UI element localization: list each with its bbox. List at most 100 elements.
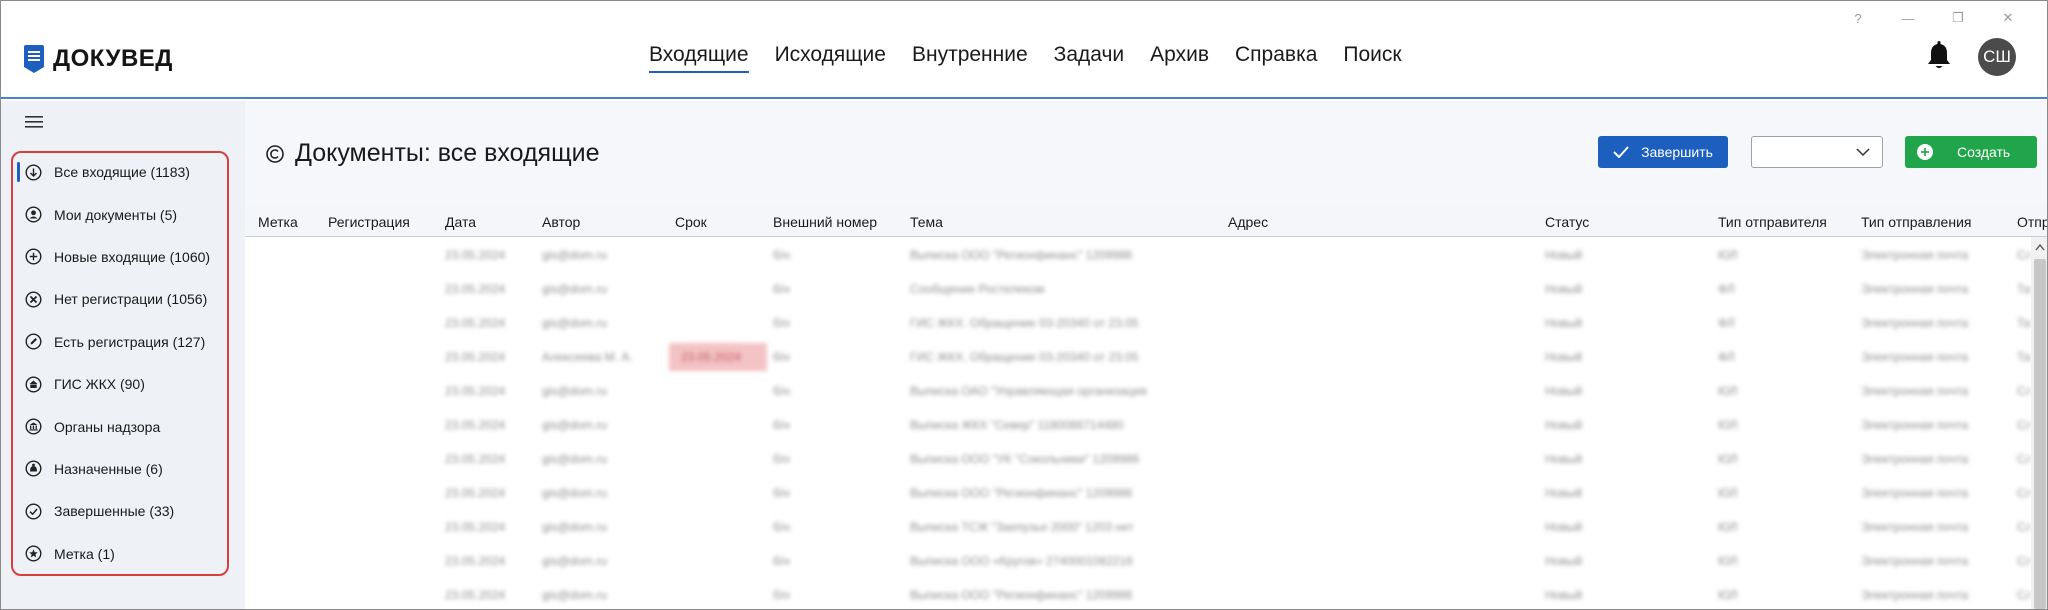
minimize-icon: — xyxy=(1901,10,1915,26)
pen-circle-icon xyxy=(25,333,42,350)
cell-sender_type: ЮЛ xyxy=(1718,248,1738,262)
filter-select[interactable] xyxy=(1751,136,1883,168)
cell-status: Новый xyxy=(1545,384,1583,398)
column-header-5[interactable]: Внешний номер xyxy=(773,214,877,230)
cell-sender_type: ЮЛ xyxy=(1718,418,1738,432)
sidebar-item-0[interactable]: Все входящие (1183) xyxy=(15,151,225,193)
column-header-8[interactable]: Статус xyxy=(1545,214,1589,230)
sidebar-item-label: Метка (1) xyxy=(54,545,115,562)
cell-extra: Та xyxy=(2017,282,2031,296)
cell-sender_type: ЮЛ xyxy=(1718,520,1738,534)
nav-tab-2[interactable]: Внутренние xyxy=(912,43,1028,73)
cell-status: Новый xyxy=(1545,452,1583,466)
scroll-up-icon[interactable] xyxy=(2035,243,2045,251)
cell-subject: Выписка ООО "Регионфинанс" 1209986 xyxy=(910,486,1133,500)
column-header-4[interactable]: Срок xyxy=(675,214,707,230)
cell-status: Новый xyxy=(1545,588,1583,602)
column-header-9[interactable]: Тип отправителя xyxy=(1718,214,1827,230)
column-header-3[interactable]: Автор xyxy=(542,214,580,230)
nav-tab-6[interactable]: Поиск xyxy=(1343,43,1401,73)
column-header-2[interactable]: Дата xyxy=(445,214,476,230)
sidebar-item-4[interactable]: Есть регистрация (127) xyxy=(15,321,225,363)
logo-icon xyxy=(24,45,44,73)
column-header-0[interactable]: Метка xyxy=(258,214,298,230)
user-avatar[interactable]: СШ xyxy=(1978,38,2016,76)
table-row[interactable]: 23.05.2024 gis@dom.ru б/н Выписка ООО "Реги… xyxy=(245,238,2031,272)
table-row[interactable]: 23.05.2024 gis@dom.ru б/н Выписка ОАО "Упра… xyxy=(245,374,2031,408)
cell-send_type: Электронная почта xyxy=(1861,350,1969,364)
overdue-deadline-cell: 23.05.2024 xyxy=(669,343,767,371)
sidebar-item-8[interactable]: Завершенные (33) xyxy=(15,490,225,532)
table-row[interactable]: 23.05.2024 gis@dom.ru б/н Выписка ЖКХ "Севе… xyxy=(245,408,2031,442)
cell-extra: Сл xyxy=(2017,554,2031,568)
sidebar-item-2[interactable]: Новые входящие (1060) xyxy=(15,236,225,278)
column-header-10[interactable]: Тип отправления xyxy=(1861,214,1971,230)
cell-send_type: Электронная почта xyxy=(1861,554,1969,568)
cell-subject: Выписка ТСЖ "Заепузье 2000" 1203 нет xyxy=(910,520,1134,534)
cell-date: 23.05.2024 xyxy=(445,248,506,262)
cell-sender_type: ФЛ xyxy=(1718,316,1735,330)
help-button[interactable]: ? xyxy=(1833,7,1883,29)
refresh-icon[interactable] xyxy=(265,144,285,164)
nav-tab-1[interactable]: Исходящие xyxy=(775,43,886,73)
nav-tab-4[interactable]: Архив xyxy=(1150,43,1209,73)
cell-author: gis@dom.ru xyxy=(542,384,607,398)
sidebar-item-3[interactable]: Нет регистрации (1056) xyxy=(15,278,225,320)
cell-send_type: Электронная почта xyxy=(1861,282,1969,296)
user-circle-icon xyxy=(25,206,42,223)
sidebar-item-label: Есть регистрация (127) xyxy=(54,333,206,350)
hamburger-menu-icon[interactable] xyxy=(25,115,43,129)
close-button[interactable]: ✕ xyxy=(1983,7,2033,29)
cell-author: gis@dom.ru xyxy=(542,588,607,602)
window-controls: ? — ❐ ✕ xyxy=(1833,7,2033,29)
table-row[interactable]: 23.05.2024 23.05.2024 Алексеева М. А. б/н ГИ… xyxy=(245,340,2031,374)
cell-date: 23.05.2024 xyxy=(445,316,506,330)
institution-circle-icon xyxy=(25,418,42,435)
column-header-1[interactable]: Регистрация xyxy=(328,214,410,230)
cell-send_type: Электронная почта xyxy=(1861,316,1969,330)
table-row[interactable]: 23.05.2024 gis@dom.ru б/н Выписка ООО "Реги… xyxy=(245,476,2031,510)
check-circle-icon xyxy=(25,503,42,520)
table-row[interactable]: 23.05.2024 gis@dom.ru б/н ГИС ЖКХ. Обращени… xyxy=(245,306,2031,340)
column-header-11[interactable]: Отпр xyxy=(2017,214,2047,230)
app-header: ДОКУВЕД Входящие Исходящие Внутренние Задач… xyxy=(1,1,2047,99)
cell-ext: б/н xyxy=(773,588,790,602)
cell-send_type: Электронная почта xyxy=(1861,452,1969,466)
minimize-button[interactable]: — xyxy=(1883,7,1933,29)
table-row[interactable]: 23.05.2024 gis@dom.ru б/н Сообщение Ростеле… xyxy=(245,272,2031,306)
scrollbar-thumb[interactable] xyxy=(2034,259,2046,609)
cell-ext: б/н xyxy=(773,520,790,534)
column-header-6[interactable]: Тема xyxy=(910,214,943,230)
cell-author: gis@dom.ru xyxy=(542,520,607,534)
cell-subject: ГИС ЖКХ. Обращение 03-20340 от 23.05 xyxy=(910,316,1139,330)
cell-date: 23.05.2024 xyxy=(445,486,506,500)
sidebar-item-label: Новые входящие (1060) xyxy=(54,248,211,265)
finish-button[interactable]: Завершить xyxy=(1598,136,1728,168)
table-row[interactable]: 23.05.2024 gis@dom.ru б/н Выписка ТСЖ "Заеп… xyxy=(245,510,2031,544)
table-row[interactable]: 23.05.2024 gis@dom.ru б/н Выписка ООО "Реги… xyxy=(245,578,2031,609)
app-logo[interactable]: ДОКУВЕД xyxy=(23,45,173,73)
vertical-scrollbar[interactable] xyxy=(2031,237,2047,609)
restore-button[interactable]: ❐ xyxy=(1933,7,1983,29)
cell-date: 23.05.2024 xyxy=(445,452,506,466)
sidebar-item-1[interactable]: Мои документы (5) xyxy=(15,193,225,235)
nav-tab-3[interactable]: Задачи xyxy=(1054,43,1125,73)
nav-tab-5[interactable]: Справка xyxy=(1235,43,1317,73)
table-row[interactable]: 23.05.2024 gis@dom.ru б/н Выписка ООО «Круг… xyxy=(245,544,2031,578)
sidebar-item-7[interactable]: Назначенные (6) xyxy=(15,448,225,490)
notifications-bell-icon[interactable] xyxy=(1925,39,1953,71)
column-header-7[interactable]: Адрес xyxy=(1228,214,1268,230)
cell-subject: Выписка ООО "Регионфинанс" 1209986 xyxy=(910,588,1133,602)
cell-author: gis@dom.ru xyxy=(542,316,607,330)
cell-sender_type: ФЛ xyxy=(1718,350,1735,364)
cell-extra: Сл xyxy=(2017,520,2031,534)
sidebar-item-5[interactable]: ГИС ЖКХ (90) xyxy=(15,363,225,405)
table-row[interactable]: 23.05.2024 gis@dom.ru б/н Выписка ООО "УК "… xyxy=(245,442,2031,476)
cell-send_type: Электронная почта xyxy=(1861,384,1969,398)
sidebar-item-6[interactable]: Органы надзора xyxy=(15,405,225,447)
cell-ext: б/н xyxy=(773,418,790,432)
nav-tab-0[interactable]: Входящие xyxy=(649,43,749,73)
sidebar-item-9[interactable]: Метка (1) xyxy=(15,533,225,575)
close-icon: ✕ xyxy=(2002,10,2014,25)
create-button[interactable]: Создать xyxy=(1905,136,2037,168)
